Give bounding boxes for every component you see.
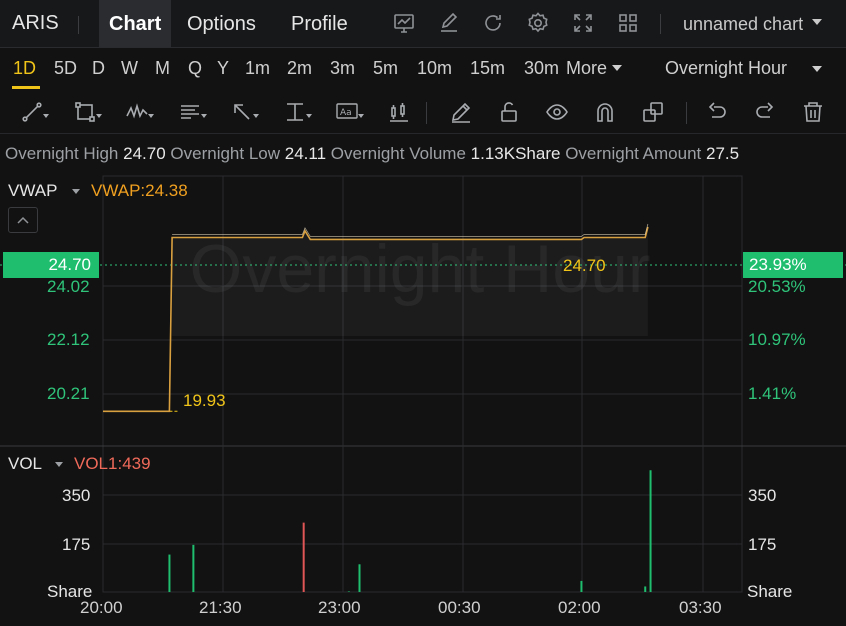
volume-bars xyxy=(168,470,652,592)
price-axis-label: 24.02 xyxy=(47,277,90,296)
time-axis-label: 03:30 xyxy=(679,598,722,617)
price-volume-chart[interactable]: Overnight Hour xyxy=(0,0,846,626)
price-indicator-name[interactable]: VWAP xyxy=(8,181,57,201)
time-axis-label: 23:00 xyxy=(318,598,361,617)
volume-axis-label: 350 xyxy=(62,486,91,505)
time-axis-label: 20:00 xyxy=(80,598,123,617)
vwap-value: VWAP:24.38 xyxy=(91,181,188,200)
volume-axis-label: 175 xyxy=(748,535,777,554)
volume-axis-label: 350 xyxy=(748,486,777,505)
time-axis-label: 00:30 xyxy=(438,598,481,617)
current-percent-tag: 23.93% xyxy=(743,252,843,278)
high-marker-label: 24.70 xyxy=(563,256,606,275)
volume-indicator-name[interactable]: VOL xyxy=(8,454,42,474)
time-axis-label: 02:00 xyxy=(558,598,601,617)
percent-axis-label: 1.41% xyxy=(748,384,797,403)
time-axis-label: 21:30 xyxy=(199,598,242,617)
volume-unit-label: Share xyxy=(747,582,793,601)
price-axis-label: 22.12 xyxy=(47,330,90,349)
collapse-button[interactable] xyxy=(8,207,38,233)
current-price-tag: 24.70 xyxy=(3,252,99,278)
chevron-down-icon[interactable] xyxy=(55,462,63,467)
volume-axis-label: 175 xyxy=(62,535,91,554)
price-area xyxy=(172,227,648,336)
price-axis-label: 20.21 xyxy=(47,384,90,403)
percent-axis-label: 20.53% xyxy=(748,277,806,296)
volume-value: VOL1:439 xyxy=(74,454,151,473)
low-marker-label: 19.93 xyxy=(183,391,226,410)
percent-axis-label: 10.97% xyxy=(748,330,806,349)
chevron-up-icon xyxy=(17,216,29,224)
chevron-down-icon[interactable] xyxy=(72,189,80,194)
